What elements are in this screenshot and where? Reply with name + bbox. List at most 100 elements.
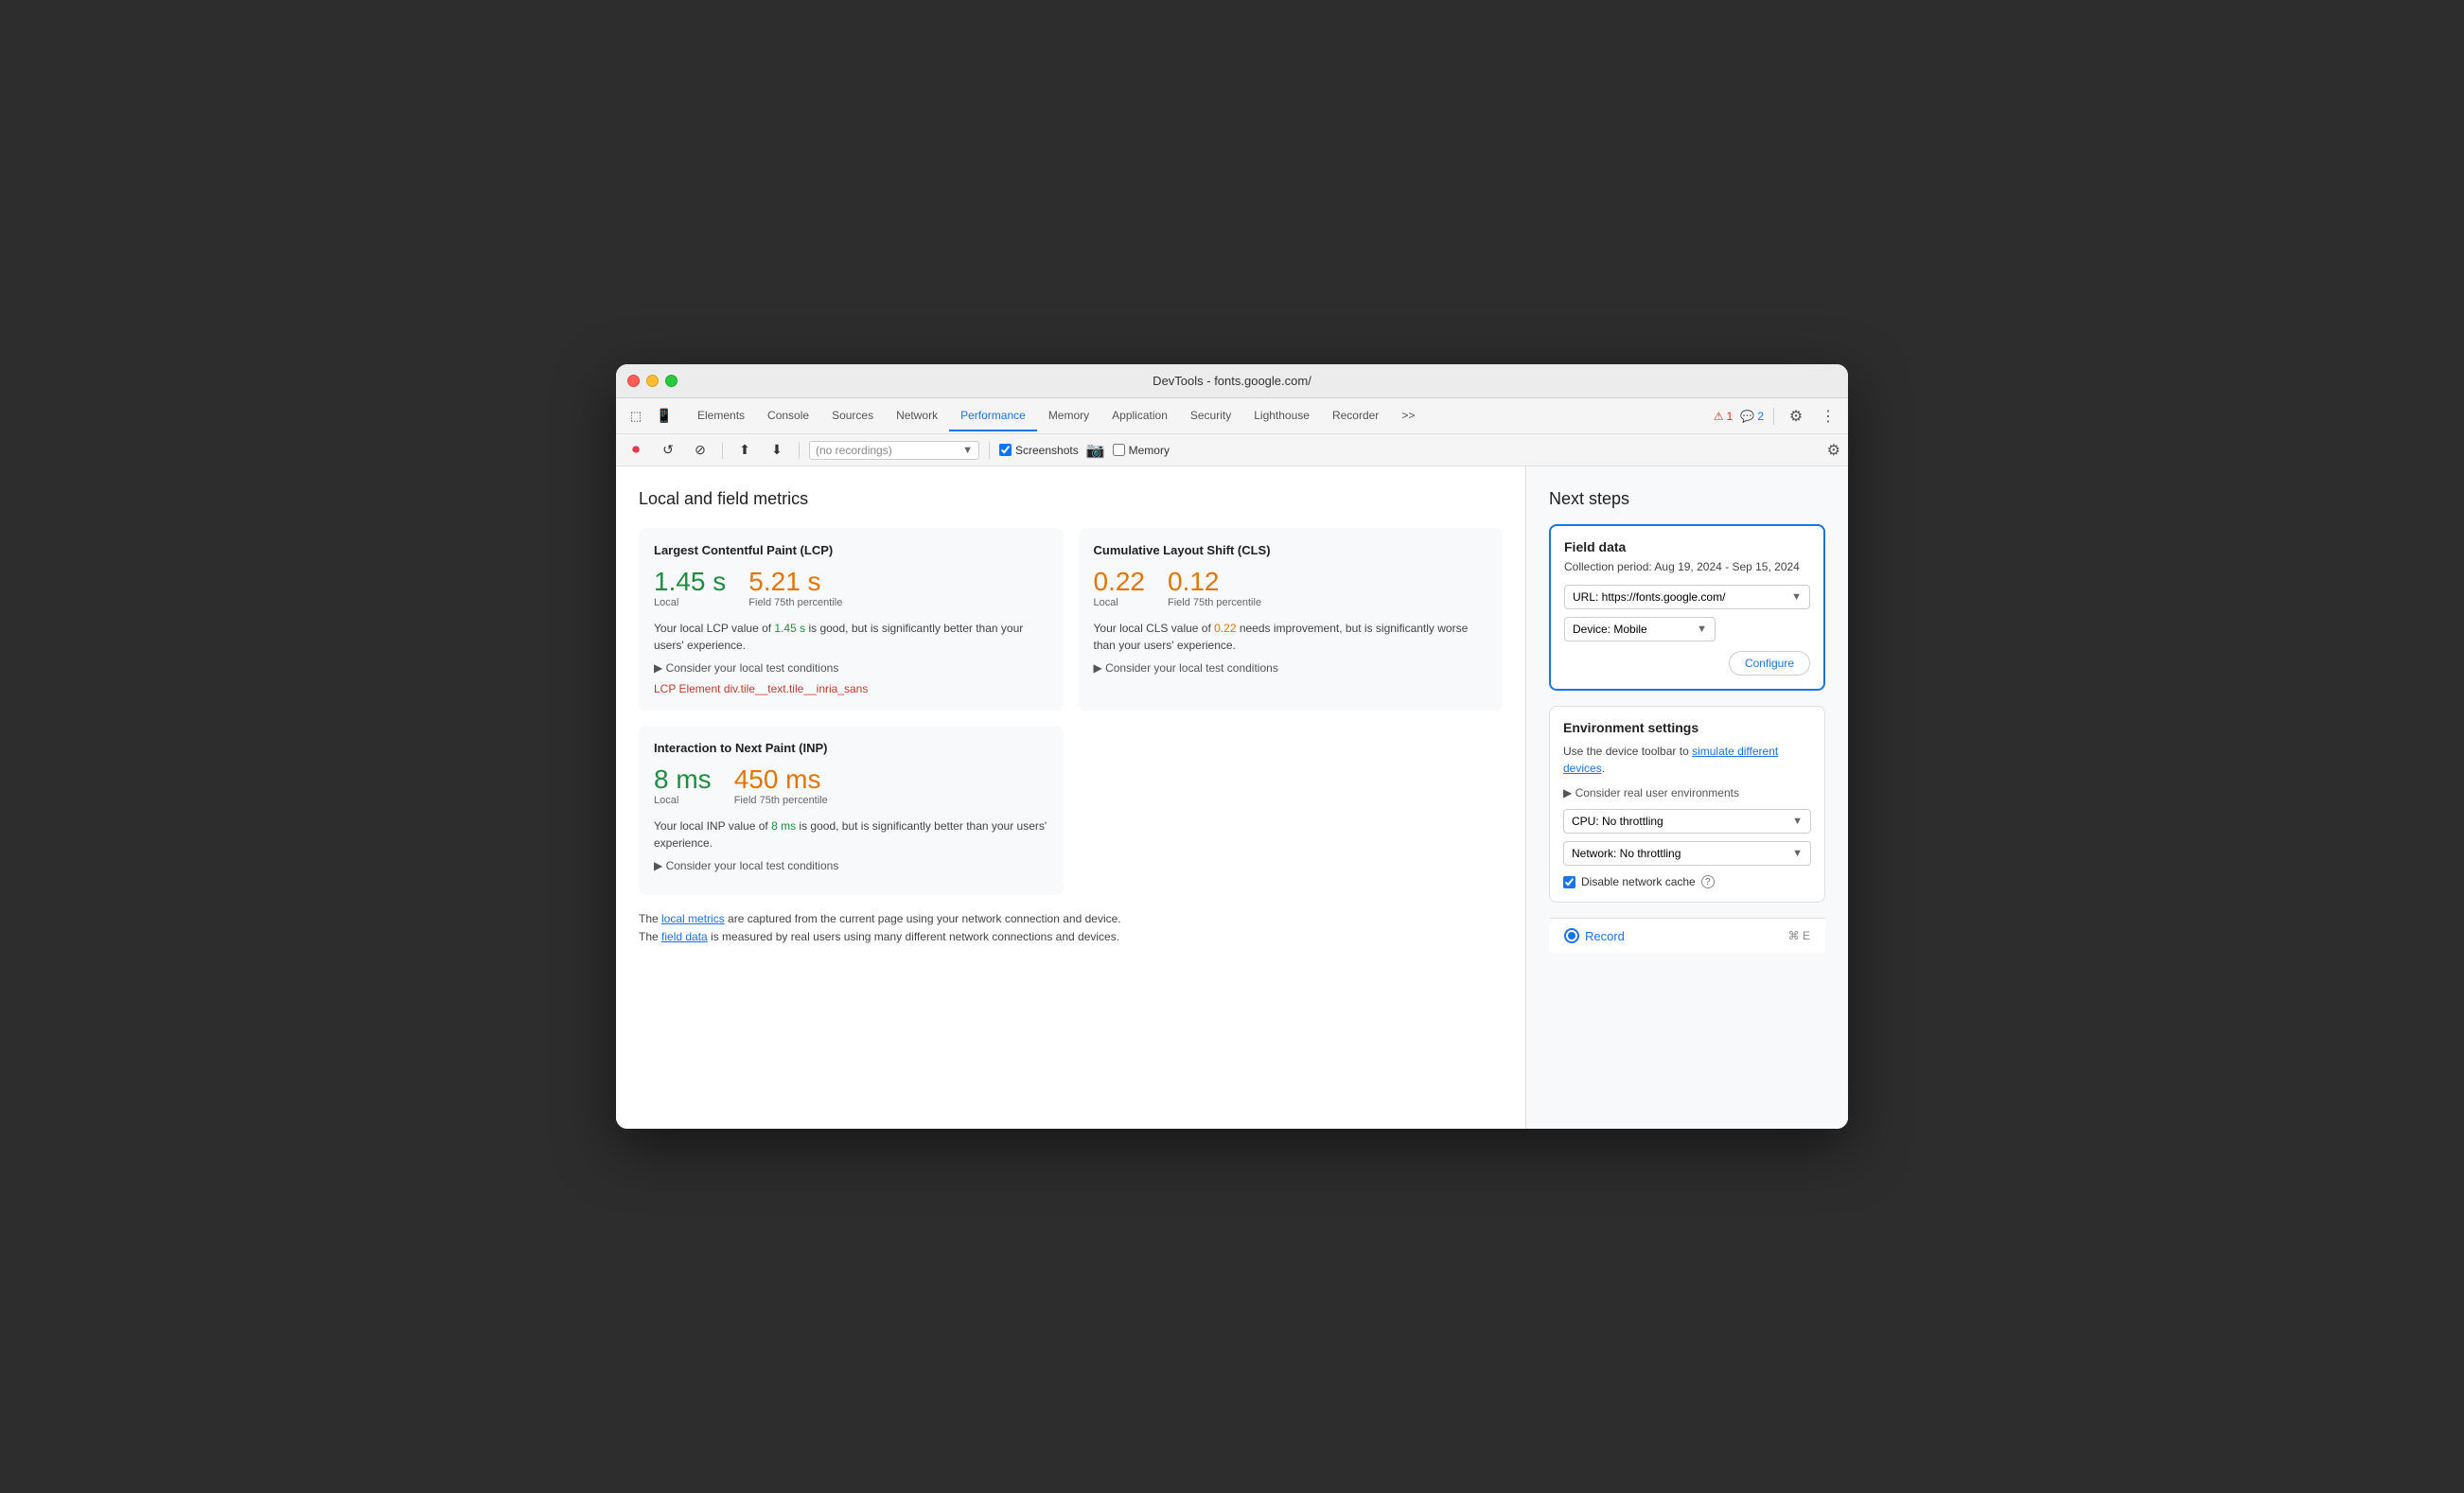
- inp-desc-prefix: Your local INP value of: [654, 819, 771, 833]
- close-button[interactable]: [627, 375, 640, 387]
- reload-record-button[interactable]: ↺: [656, 438, 680, 463]
- lcp-field-group: 5.21 s Field 75th percentile: [748, 569, 842, 608]
- footer-line2: The field data is measured by real users…: [639, 928, 1503, 946]
- warning-triangle-icon: ⚠: [1714, 410, 1724, 423]
- tab-more[interactable]: >>: [1390, 401, 1426, 431]
- configure-button[interactable]: Configure: [1729, 651, 1810, 676]
- minimize-button[interactable]: [646, 375, 659, 387]
- lcp-consider-link[interactable]: ▶ Consider your local test conditions: [654, 661, 1048, 675]
- cls-consider-link[interactable]: ▶ Consider your local test conditions: [1094, 661, 1488, 675]
- download-button[interactable]: ⬇: [765, 438, 789, 463]
- lcp-element: LCP Element div.tile__text.tile__inria_s…: [654, 682, 1048, 695]
- help-icon[interactable]: ?: [1701, 875, 1715, 888]
- disable-cache-checkbox[interactable]: [1563, 876, 1575, 888]
- consider-real-user-toggle[interactable]: ▶ Consider real user environments: [1563, 786, 1811, 799]
- tab-application[interactable]: Application: [1100, 401, 1179, 431]
- field-data-link[interactable]: field data: [661, 930, 708, 943]
- recording-dropdown[interactable]: (no recordings) ▼: [809, 441, 979, 460]
- more-options-icon[interactable]: ⋮: [1816, 404, 1840, 429]
- network-dropdown-chevron-icon: ▼: [1792, 848, 1803, 859]
- section-title: Local and field metrics: [639, 489, 1503, 509]
- traffic-lights: [627, 375, 678, 387]
- tab-performance[interactable]: Performance: [949, 401, 1037, 431]
- main-content: Local and field metrics Largest Contentf…: [616, 466, 1848, 1129]
- local-metrics-link[interactable]: local metrics: [661, 912, 725, 925]
- info-badge[interactable]: 💬 2: [1740, 410, 1764, 423]
- inp-field-group: 450 ms Field 75th percentile: [734, 766, 828, 806]
- lcp-description: Your local LCP value of 1.45 s is good, …: [654, 620, 1048, 654]
- cpu-selector[interactable]: CPU: No throttling ▼: [1563, 809, 1811, 834]
- footer-text: The local metrics are captured from the …: [639, 910, 1503, 946]
- screenshots-checkbox[interactable]: [999, 444, 1012, 456]
- inspect-element-icon[interactable]: ⬚: [624, 404, 648, 429]
- tab-toolbar: ⬚ 📱 Elements Console Sources Network Per…: [616, 398, 1848, 434]
- cls-description: Your local CLS value of 0.22 needs impro…: [1094, 620, 1488, 654]
- inp-local-group: 8 ms Local: [654, 766, 712, 806]
- env-desc-prefix: Use the device toolbar to: [1563, 745, 1692, 758]
- lcp-local-label: Local: [654, 597, 726, 608]
- screenshots-checkbox-label[interactable]: Screenshots: [999, 444, 1079, 457]
- metrics-grid: Largest Contentful Paint (LCP) 1.45 s Lo…: [639, 528, 1503, 895]
- warning-badge[interactable]: ⚠ 1: [1714, 410, 1733, 423]
- camera-icon: 📷: [1086, 441, 1105, 460]
- titlebar: DevTools - fonts.google.com/: [616, 364, 1848, 398]
- tab-nav: Elements Console Sources Network Perform…: [686, 401, 1712, 431]
- network-selector[interactable]: Network: No throttling ▼: [1563, 841, 1811, 866]
- left-panel: Local and field metrics Largest Contentf…: [616, 466, 1526, 1129]
- cpu-selector-label: CPU: No throttling: [1572, 815, 1663, 828]
- footer-line1-suffix: are captured from the current page using…: [725, 912, 1121, 925]
- field-data-card: Field data Collection period: Aug 19, 20…: [1549, 524, 1825, 691]
- settings-icon[interactable]: ⚙: [1784, 404, 1808, 429]
- disable-cache-label: Disable network cache: [1581, 875, 1696, 888]
- inp-field-value: 450 ms: [734, 766, 828, 793]
- field-data-period: Collection period: Aug 19, 2024 - Sep 15…: [1564, 560, 1810, 573]
- memory-label: Memory: [1129, 444, 1170, 457]
- tab-console[interactable]: Console: [756, 401, 820, 431]
- recording-placeholder: (no recordings): [816, 444, 892, 457]
- inp-consider-link[interactable]: ▶ Consider your local test conditions: [654, 859, 1048, 872]
- memory-checkbox-label[interactable]: Memory: [1113, 444, 1170, 457]
- memory-checkbox[interactable]: [1113, 444, 1125, 456]
- tab-network[interactable]: Network: [885, 401, 949, 431]
- footer-line1: The local metrics are captured from the …: [639, 910, 1503, 928]
- footer-line2-prefix: The: [639, 930, 661, 943]
- screenshots-label: Screenshots: [1015, 444, 1079, 457]
- disable-cache-row: Disable network cache ?: [1563, 875, 1811, 888]
- env-settings-description: Use the device toolbar to simulate diffe…: [1563, 743, 1811, 777]
- network-selector-label: Network: No throttling: [1572, 847, 1681, 860]
- record-label: Record: [1585, 929, 1625, 943]
- inp-title: Interaction to Next Paint (INP): [654, 741, 1048, 755]
- cpu-dropdown-chevron-icon: ▼: [1792, 816, 1803, 827]
- clear-button[interactable]: ⊘: [688, 438, 713, 463]
- chat-icon: 💬: [1740, 410, 1754, 423]
- separator4: [989, 442, 990, 459]
- inp-local-value: 8 ms: [654, 766, 712, 793]
- lcp-local-value: 1.45 s: [654, 569, 726, 595]
- cls-field-value: 0.12: [1168, 569, 1261, 595]
- tab-security[interactable]: Security: [1179, 401, 1242, 431]
- environment-settings-card: Environment settings Use the device tool…: [1549, 706, 1825, 903]
- lcp-element-value: div.tile__text.tile__inria_sans: [724, 682, 869, 695]
- tab-memory[interactable]: Memory: [1037, 401, 1100, 431]
- url-selector[interactable]: URL: https://fonts.google.com/ ▼: [1564, 585, 1810, 609]
- device-toolbar-icon[interactable]: 📱: [652, 404, 677, 429]
- cls-values: 0.22 Local 0.12 Field 75th percentile: [1094, 569, 1488, 608]
- url-selector-label: URL: https://fonts.google.com/: [1573, 590, 1725, 604]
- separator3: [799, 442, 800, 459]
- secondary-settings-icon[interactable]: ⚙: [1827, 441, 1840, 460]
- tab-recorder[interactable]: Recorder: [1321, 401, 1390, 431]
- dropdown-chevron-icon: ▼: [962, 445, 973, 456]
- device-selector-label: Device: Mobile: [1573, 623, 1647, 636]
- lcp-field-value: 5.21 s: [748, 569, 842, 595]
- device-selector[interactable]: Device: Mobile ▼: [1564, 617, 1716, 641]
- maximize-button[interactable]: [665, 375, 678, 387]
- record-button[interactable]: ⏺: [624, 438, 648, 463]
- next-steps-title: Next steps: [1549, 489, 1825, 509]
- tab-elements[interactable]: Elements: [686, 401, 756, 431]
- tab-lighthouse[interactable]: Lighthouse: [1242, 401, 1321, 431]
- record-action-button[interactable]: Record: [1564, 928, 1625, 943]
- cls-local-label: Local: [1094, 597, 1146, 608]
- cls-field-label: Field 75th percentile: [1168, 597, 1261, 608]
- upload-button[interactable]: ⬆: [732, 438, 757, 463]
- tab-sources[interactable]: Sources: [820, 401, 885, 431]
